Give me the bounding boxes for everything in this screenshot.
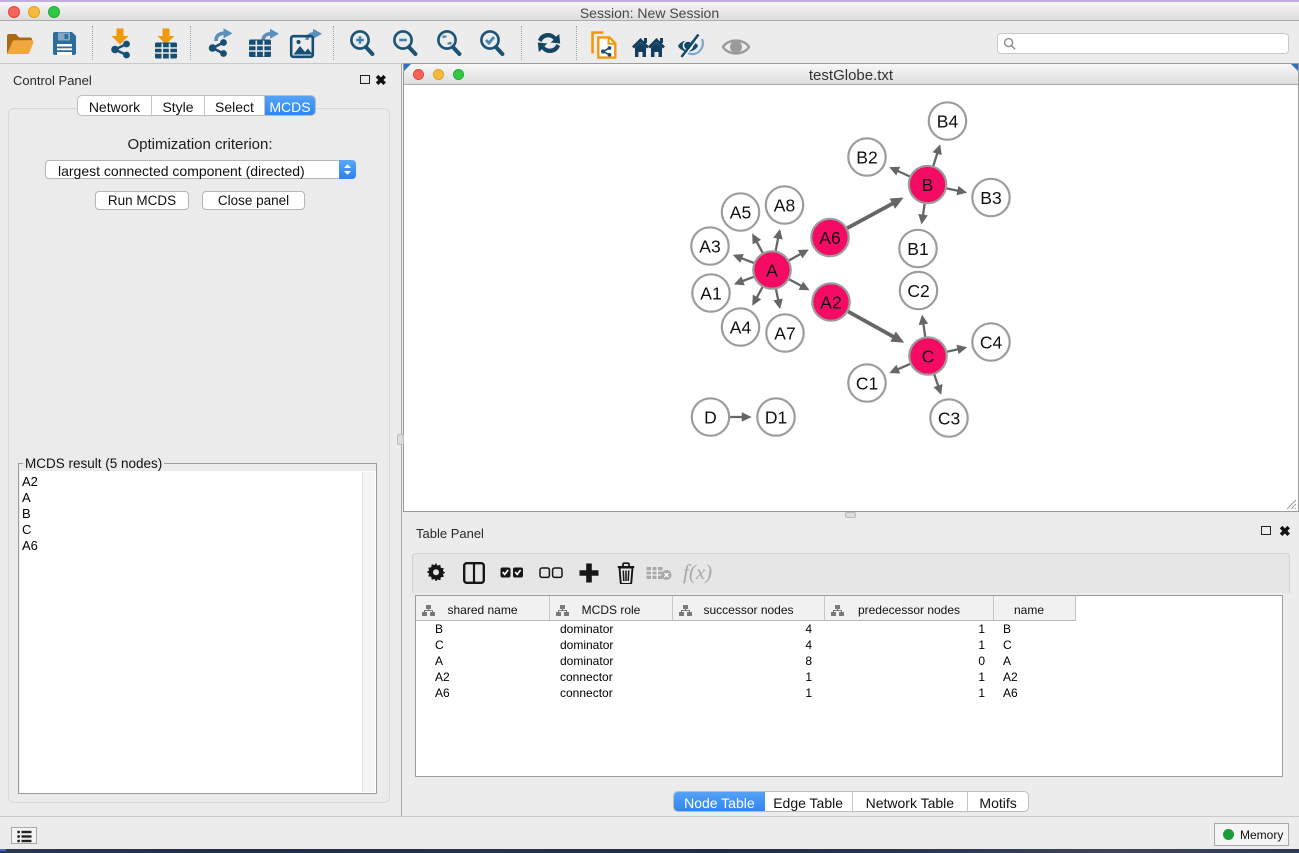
svg-text:A5: A5 [730, 202, 751, 222]
svg-text:C4: C4 [980, 332, 1003, 352]
svg-text:A8: A8 [774, 195, 795, 215]
svg-text:A6: A6 [819, 228, 840, 248]
svg-text:B: B [922, 175, 934, 195]
svg-text:C1: C1 [856, 373, 878, 393]
svg-text:A: A [766, 260, 778, 280]
svg-text:B2: B2 [856, 147, 877, 167]
svg-text:D1: D1 [765, 407, 787, 427]
svg-text:D: D [704, 407, 717, 427]
svg-text:A4: A4 [730, 317, 752, 337]
svg-text:C: C [922, 346, 935, 366]
svg-text:B4: B4 [937, 111, 959, 131]
svg-text:A7: A7 [774, 323, 795, 343]
svg-text:B3: B3 [980, 188, 1001, 208]
svg-text:C2: C2 [907, 281, 929, 301]
svg-text:B1: B1 [907, 239, 928, 259]
svg-text:A3: A3 [699, 236, 720, 256]
svg-text:A2: A2 [820, 292, 841, 312]
svg-text:C3: C3 [938, 408, 960, 428]
svg-text:A1: A1 [700, 283, 721, 303]
